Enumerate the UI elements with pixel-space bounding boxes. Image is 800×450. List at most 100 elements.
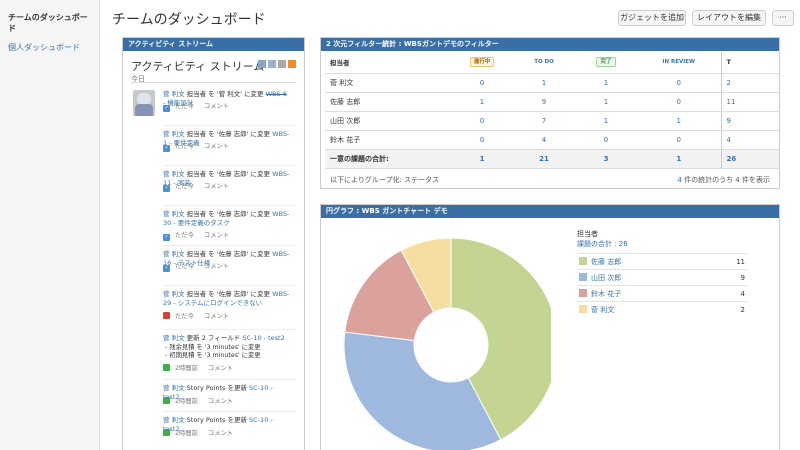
assignee-name[interactable]: 鈴木 花子: [325, 130, 451, 150]
settings-icon[interactable]: [278, 60, 286, 68]
column-header-in-progress[interactable]: 進行中: [451, 52, 513, 74]
change-item: 残余見積 を '3 minutes' に変更: [165, 344, 295, 352]
table-cell[interactable]: 0: [575, 130, 637, 150]
total-label: 一意の課題の合計:: [325, 149, 451, 169]
comment-link[interactable]: コメント: [204, 313, 229, 320]
legend-swatch: [579, 305, 587, 314]
table-cell[interactable]: 2: [720, 73, 779, 93]
column-header-total[interactable]: T: [720, 52, 779, 74]
column-header-todo[interactable]: TO DO: [513, 52, 575, 74]
legend-swatch-cell: [577, 285, 591, 302]
table-cell[interactable]: 0: [637, 73, 721, 93]
timestamp[interactable]: 2時間前: [175, 398, 198, 405]
user-link[interactable]: 菅 利文: [163, 290, 185, 298]
table-cell[interactable]: 11: [720, 92, 779, 112]
comment-link[interactable]: コメント: [204, 143, 229, 150]
legend-label[interactable]: 鈴木 花子: [591, 285, 706, 302]
user-link[interactable]: 菅 利文: [163, 210, 185, 218]
comment-link[interactable]: コメント: [204, 183, 229, 190]
column-header-in-review[interactable]: IN REVIEW: [637, 52, 721, 74]
assignee-name[interactable]: 菅 利文: [325, 73, 451, 93]
table-cell[interactable]: 1: [575, 92, 637, 112]
table-cell[interactable]: 1: [513, 73, 575, 93]
avatar[interactable]: [133, 90, 155, 116]
table-cell[interactable]: 9: [720, 111, 779, 131]
compact-view-icon[interactable]: [268, 60, 276, 68]
legend-row[interactable]: 佐藤 志郎 11: [577, 253, 747, 270]
timestamp[interactable]: 2時間前: [175, 430, 198, 437]
table-cell[interactable]: 1: [451, 92, 513, 112]
timestamp[interactable]: ただ今: [175, 143, 194, 150]
table-cell[interactable]: 1: [575, 111, 637, 131]
user-link[interactable]: 菅 利文: [163, 90, 185, 98]
assignee-name[interactable]: 山田 次郎: [325, 111, 451, 131]
comment-link[interactable]: コメント: [204, 232, 229, 239]
add-gadget-button[interactable]: ガジェットを追加: [618, 10, 686, 26]
comment-link[interactable]: コメント: [208, 365, 233, 372]
sidebar-item-personal-dashboard[interactable]: 個人ダッシュボード: [8, 42, 91, 53]
table-cell[interactable]: 7: [513, 111, 575, 131]
legend-value: 4: [705, 285, 747, 302]
two-dimensional-filter-header[interactable]: 2 次元フィルター統計 : WBSガントデモのフィルター: [321, 38, 779, 51]
entry-action-text: 担当者 を '菅 利文' に変更: [184, 90, 266, 98]
table-cell[interactable]: 21: [513, 149, 575, 169]
list-view-icon[interactable]: [258, 60, 266, 68]
rss-feed-icon[interactable]: [288, 60, 296, 68]
table-cell[interactable]: 4: [720, 130, 779, 150]
user-link[interactable]: 菅 利文: [163, 170, 185, 178]
table-cell[interactable]: 0: [637, 92, 721, 112]
legend-row[interactable]: 鈴木 花子 4: [577, 285, 747, 302]
column-header-done[interactable]: 完了: [575, 52, 637, 74]
entry-action-text: 担当者 を '佐藤 志郎' に変更: [184, 130, 273, 138]
legend-row[interactable]: 菅 利文 2: [577, 301, 747, 318]
timestamp[interactable]: ただ今: [175, 183, 194, 190]
user-link[interactable]: 菅 利文: [163, 250, 185, 258]
timestamp[interactable]: 2時間前: [175, 365, 198, 372]
comment-link[interactable]: コメント: [204, 263, 229, 270]
entry-action-text: 担当者 を '佐藤 志郎' に変更: [184, 290, 273, 298]
legend-label[interactable]: 佐藤 志郎: [591, 253, 706, 270]
table-cell[interactable]: 0: [451, 111, 513, 131]
entry-action-text: 担当者 を '佐藤 志郎' に変更: [184, 250, 273, 258]
table-cell[interactable]: 1: [451, 149, 513, 169]
assignee-name[interactable]: 佐藤 志郎: [325, 92, 451, 112]
story-icon: [163, 397, 170, 404]
pie-chart-header[interactable]: 円グラフ : WBS ガントチャート デモ: [321, 205, 779, 218]
legend-swatch: [579, 289, 587, 297]
user-link[interactable]: 菅 利文: [163, 130, 185, 138]
table-cell[interactable]: 1: [575, 73, 637, 93]
timestamp[interactable]: ただ今: [175, 103, 194, 110]
legend-label[interactable]: 菅 利文: [591, 301, 706, 318]
timestamp[interactable]: ただ今: [175, 313, 194, 320]
issue-link[interactable]: SC-10 - test2: [242, 334, 284, 342]
issue-summary-link[interactable]: - システムにログインできない: [171, 299, 262, 307]
table-cell[interactable]: 0: [637, 130, 721, 150]
table-cell[interactable]: 26: [720, 149, 779, 169]
column-header-assignee[interactable]: 担当者: [325, 52, 451, 74]
timestamp[interactable]: ただ今: [175, 232, 194, 239]
issue-summary-link[interactable]: - 要件定義のタスク: [171, 219, 229, 227]
user-link[interactable]: 菅 利文: [163, 384, 185, 392]
timestamp[interactable]: ただ今: [175, 263, 194, 270]
comment-link[interactable]: コメント: [208, 430, 233, 437]
more-options-button[interactable]: ···: [772, 10, 794, 26]
legend-row[interactable]: 山田 次郎 9: [577, 269, 747, 286]
status-lozenge: TO DO: [530, 57, 558, 68]
legend-label[interactable]: 山田 次郎: [591, 269, 706, 286]
table-cell[interactable]: 3: [575, 149, 637, 169]
issue-link[interactable]: WBS-6: [266, 90, 287, 98]
table-cell[interactable]: 1: [637, 111, 721, 131]
activity-stream-gadget-header[interactable]: アクティビティ ストリーム: [123, 38, 304, 51]
table-cell[interactable]: 1: [637, 149, 721, 169]
table-cell[interactable]: 9: [513, 92, 575, 112]
two-dimensional-filter-gadget: 2 次元フィルター統計 : WBSガントデモのフィルター 担当者 進行中 TO …: [320, 37, 780, 189]
edit-layout-button[interactable]: レイアウトを編集: [692, 10, 766, 26]
comment-link[interactable]: コメント: [208, 398, 233, 405]
table-cell[interactable]: 0: [451, 73, 513, 93]
table-cell[interactable]: 0: [451, 130, 513, 150]
user-link[interactable]: 菅 利文: [163, 416, 185, 424]
comment-link[interactable]: コメント: [204, 103, 229, 110]
sidebar-item-team-dashboard[interactable]: チームのダッシュボード: [8, 12, 91, 34]
table-cell[interactable]: 4: [513, 130, 575, 150]
user-link[interactable]: 菅 利文: [163, 334, 185, 342]
